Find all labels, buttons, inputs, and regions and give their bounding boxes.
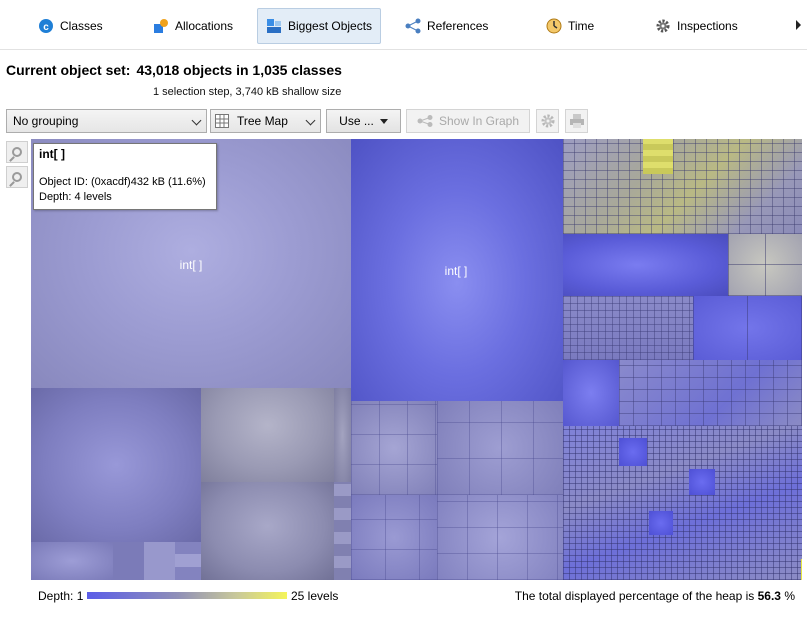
use-label: Use ...	[339, 114, 374, 128]
treemap-cell[interactable]	[563, 234, 728, 296]
grid-icon	[215, 114, 229, 128]
tab-allocations[interactable]: Allocations	[145, 8, 241, 44]
heap-percentage: The total displayed percentage of the he…	[515, 589, 795, 603]
treemap-cell[interactable]	[437, 401, 563, 495]
clock-icon	[546, 18, 562, 34]
tab-time[interactable]: Time	[538, 8, 602, 44]
treemap-cell[interactable]	[201, 388, 334, 482]
chevron-down-icon	[191, 115, 202, 126]
heap-percentage-unit: %	[784, 589, 795, 603]
tooltip-title: int[ ]	[39, 147, 65, 161]
settings-button[interactable]	[536, 109, 559, 133]
treemap-footer: Depth: 1 25 levels The total displayed p…	[0, 587, 807, 605]
view-tab-bar: c Classes Allocations Biggest Objects Re…	[0, 0, 807, 50]
show-in-graph-button[interactable]: Show In Graph	[406, 109, 530, 133]
view-mode-value: Tree Map	[237, 114, 288, 128]
title-label: Current object set:	[6, 62, 131, 78]
treemap-cell[interactable]	[31, 542, 113, 580]
allocations-icon	[153, 18, 169, 34]
treemap-cell[interactable]	[175, 542, 201, 580]
print-button[interactable]	[565, 109, 588, 133]
tab-label: Classes	[60, 19, 103, 33]
treemap-cell[interactable]	[619, 360, 802, 426]
magnifier-icon	[12, 172, 22, 182]
magnifier-icon	[12, 147, 22, 157]
treemap-cell[interactable]	[801, 559, 802, 580]
show-in-graph-label: Show In Graph	[438, 114, 520, 128]
treemap-label: int[ ]	[179, 258, 203, 272]
tab-label: Allocations	[175, 19, 234, 33]
svg-text:c: c	[43, 22, 49, 33]
tab-label: References	[427, 19, 489, 33]
treemap-tooltip: int[ ] Object ID: (0xacdf)432 kB (11.6%)…	[33, 143, 217, 210]
tab-label: Time	[568, 19, 595, 33]
treemap-cell[interactable]	[351, 401, 437, 495]
biggest-objects-icon	[266, 18, 282, 34]
tooltip-object-id: Object ID: (0xacdf)432 kB (11.6%)	[39, 176, 206, 188]
treemap-cell[interactable]	[563, 360, 619, 426]
treemap-cell[interactable]	[113, 542, 175, 580]
selection-summary: 1 selection step, 3,740 kB shallow size	[153, 86, 342, 98]
page-title: Current object set: 43,018 objects in 1,0…	[6, 62, 342, 78]
heap-percentage-value: 56.3	[757, 589, 781, 603]
caret-down-icon	[379, 118, 388, 124]
tab-classes[interactable]: c Classes	[30, 8, 111, 44]
class-icon: c	[38, 18, 54, 34]
treemap-cell[interactable]	[649, 511, 673, 535]
references-icon	[405, 18, 421, 34]
treemap-cell[interactable]	[563, 426, 802, 580]
gear-icon	[540, 113, 556, 129]
printer-icon	[569, 113, 585, 129]
tab-label: Biggest Objects	[288, 19, 373, 33]
zoom-in-button[interactable]	[6, 141, 28, 163]
treemap-cell[interactable]	[334, 388, 351, 482]
chevron-down-icon	[305, 115, 316, 126]
use-button[interactable]: Use ...	[326, 109, 401, 133]
treemap-cell[interactable]	[728, 234, 802, 296]
treemap-label: int[ ]	[444, 264, 468, 278]
treemap-cell[interactable]	[201, 482, 334, 580]
treemap-cell[interactable]	[437, 495, 563, 580]
treemap-cell[interactable]	[693, 296, 802, 360]
title-value: 43,018 objects in 1,035 classes	[136, 62, 342, 78]
tab-label: Inspections	[677, 19, 738, 33]
graph-icon	[417, 115, 433, 127]
treemap-cell[interactable]	[619, 438, 647, 466]
zoom-out-button[interactable]	[6, 166, 28, 188]
gear-icon	[655, 18, 671, 34]
grouping-select[interactable]: No grouping	[6, 109, 207, 133]
treemap-cell[interactable]	[689, 469, 715, 495]
tab-inspections[interactable]: Inspections	[647, 8, 746, 44]
depth-start-label: Depth: 1	[38, 589, 84, 603]
more-tabs-arrow-icon[interactable]	[796, 20, 801, 30]
depth-end-label: 25 levels	[291, 589, 339, 603]
treemap-cell[interactable]	[563, 139, 802, 234]
treemap-cell[interactable]	[31, 388, 201, 542]
toolbar: No grouping Tree Map Use ... Show In Gra…	[0, 109, 807, 135]
treemap-cell[interactable]	[563, 296, 693, 360]
tab-references[interactable]: References	[397, 8, 496, 44]
tooltip-depth: Depth: 4 levels	[39, 191, 112, 203]
depth-color-legend	[87, 592, 287, 599]
treemap-cell[interactable]	[351, 495, 437, 580]
tab-biggest-objects[interactable]: Biggest Objects	[257, 8, 382, 44]
treemap-cell[interactable]	[334, 482, 351, 580]
view-mode-select[interactable]: Tree Map	[210, 109, 321, 133]
treemap-cell[interactable]	[643, 139, 673, 174]
grouping-value: No grouping	[13, 114, 79, 128]
heap-percentage-text: The total displayed percentage of the he…	[514, 589, 755, 603]
